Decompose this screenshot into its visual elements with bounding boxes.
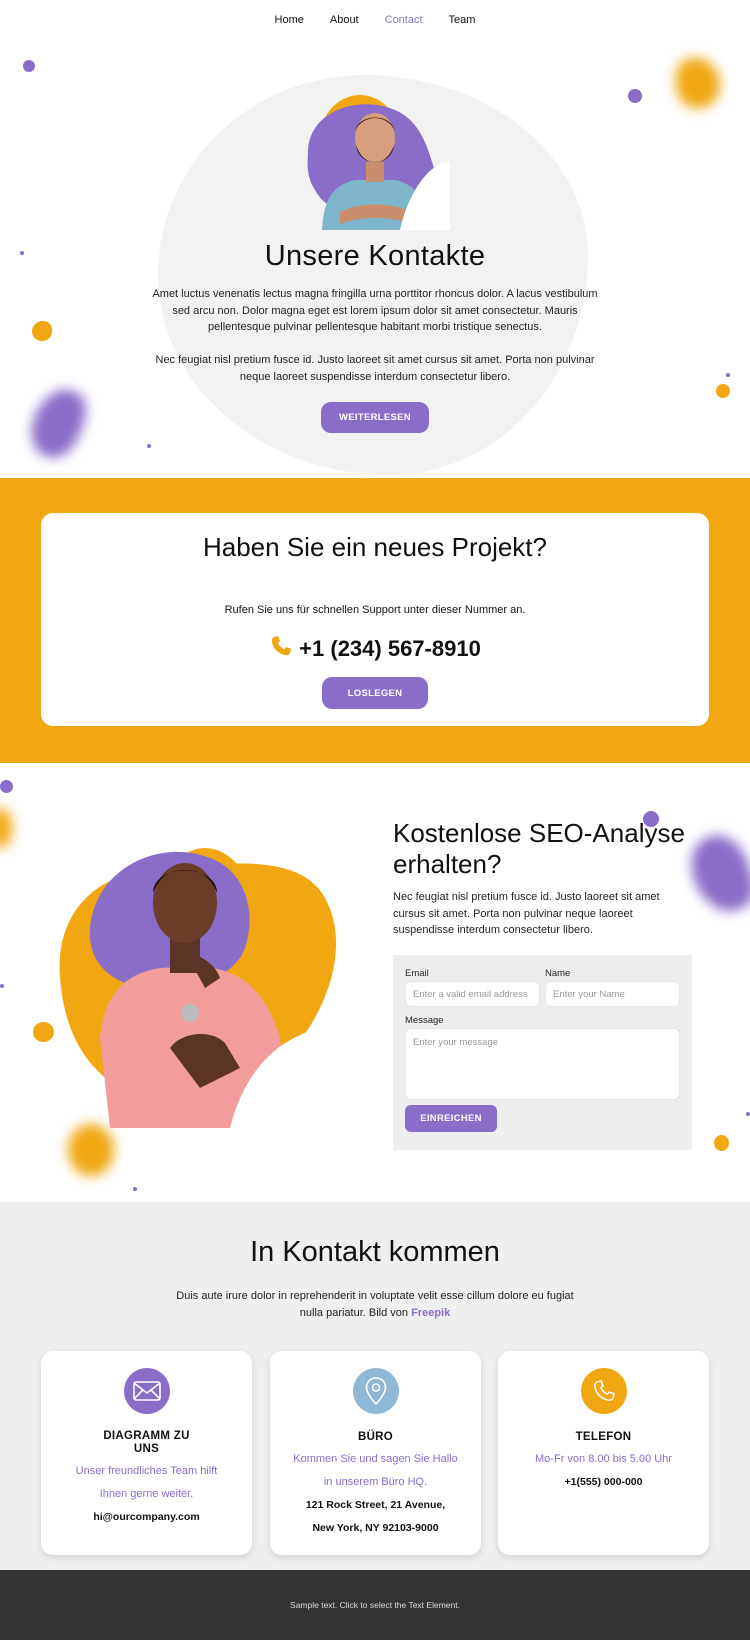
card-phone[interactable]: +1(555) 000-000 xyxy=(498,1471,709,1494)
message-label: Message xyxy=(405,1015,444,1026)
decor-dot xyxy=(726,373,730,377)
name-label: Name xyxy=(545,968,571,979)
location-pin-icon xyxy=(352,1368,399,1414)
decor-blur-shape xyxy=(23,381,93,465)
footer-text[interactable]: Sample text. Click to select the Text El… xyxy=(290,1600,460,1610)
contact-paragraph: Duis aute irure dolor in reprehenderit i… xyxy=(175,1288,575,1321)
main-nav: Home About Contact Team xyxy=(0,14,750,26)
phone-number[interactable]: +1 (234) 567-8910 xyxy=(299,636,481,662)
nav-contact[interactable]: Contact xyxy=(385,14,423,26)
decor-dot xyxy=(0,780,13,793)
decor-blob xyxy=(32,321,52,341)
message-placeholder: Enter your message xyxy=(413,1037,499,1048)
seo-paragraph: Nec feugiat nisl pretium fusce id. Justo… xyxy=(393,891,660,936)
name-field[interactable]: Enter your Name xyxy=(545,981,680,1007)
contact-card-phone: TELEFON Mo-Fr von 8.00 bis 5.00 Uhr +1(5… xyxy=(498,1351,709,1555)
contact-text: Duis aute irure dolor in reprehenderit i… xyxy=(176,1290,574,1319)
contact-card-office: BÜRO Kommen Sie und sagen Sie Hallo in u… xyxy=(270,1351,481,1555)
card-title: DIAGRAMM ZU UNS xyxy=(103,1430,190,1455)
mail-icon xyxy=(123,1368,170,1414)
card-title: BÜRO xyxy=(357,1431,394,1443)
decor-dot xyxy=(133,1187,137,1191)
decor-dot xyxy=(23,60,35,72)
decor-blob xyxy=(716,384,730,398)
read-more-button[interactable]: WEITERLESEN xyxy=(321,402,429,433)
get-started-button[interactable]: LOSLEGEN xyxy=(322,677,428,709)
seo-person-image xyxy=(50,838,370,1133)
decor-dot xyxy=(746,1112,750,1116)
card-text: Mo-Fr von 8.00 bis 5.00 Uhr xyxy=(535,1453,672,1465)
freepik-link[interactable]: Freepik xyxy=(411,1307,450,1319)
seo-form: Email Enter a valid email address Name E… xyxy=(393,955,692,1150)
card-address: New York, NY 92103-9000 xyxy=(312,1522,439,1534)
phone-icon xyxy=(269,634,293,663)
phone-icon xyxy=(580,1368,627,1414)
email-label: Email xyxy=(405,968,429,979)
contact-card-email: DIAGRAMM ZU UNS Unser freundliches Team … xyxy=(41,1351,252,1555)
decor-blob xyxy=(714,1135,729,1151)
card-address: 121 Rock Street, 21 Avenue, xyxy=(305,1499,446,1511)
name-placeholder: Enter your Name xyxy=(553,988,625,1000)
decor-blur-shape xyxy=(676,58,720,108)
hero-avatar xyxy=(300,90,450,230)
card-text: Ihnen gerne weiter. xyxy=(99,1488,194,1500)
phone-row: +1 (234) 567-8910 xyxy=(0,634,750,663)
email-field[interactable]: Enter a valid email address xyxy=(405,981,540,1007)
hero-title: Unsere Kontakte xyxy=(264,240,486,272)
decor-dot xyxy=(0,984,4,988)
submit-button[interactable]: EINREICHEN xyxy=(405,1105,497,1132)
message-field[interactable]: Enter your message xyxy=(405,1028,680,1100)
contact-title: In Kontakt kommen xyxy=(250,1236,500,1268)
email-placeholder: Enter a valid email address xyxy=(413,988,528,1000)
decor-dot xyxy=(628,89,642,103)
hero-paragraph-1: Amet luctus venenatis lectus magna fring… xyxy=(152,288,598,333)
card-email[interactable]: hi@ourcompany.com xyxy=(41,1506,252,1529)
card-title: TELEFON xyxy=(575,1431,632,1443)
footer: Sample text. Click to select the Text El… xyxy=(0,1570,750,1640)
nav-team[interactable]: Team xyxy=(449,14,476,26)
decor-blur-shape xyxy=(0,808,12,848)
card-text: Kommen Sie und sagen Sie Hallo xyxy=(293,1453,458,1465)
card-text: Unser freundliches Team hilft xyxy=(75,1465,218,1477)
hero-paragraph-2: Nec feugiat nisl pretium fusce id. Justo… xyxy=(155,354,595,383)
project-subtitle: Rufen Sie uns für schnellen Support unte… xyxy=(224,604,526,616)
project-title: Haben Sie ein neues Projekt? xyxy=(202,532,547,562)
card-text: in unserem Büro HQ. xyxy=(323,1476,428,1488)
seo-title: Kostenlose SEO-Analyse erhalten? xyxy=(393,818,685,879)
nav-about[interactable]: About xyxy=(330,14,359,26)
decor-dot xyxy=(147,444,151,448)
nav-home[interactable]: Home xyxy=(275,14,304,26)
